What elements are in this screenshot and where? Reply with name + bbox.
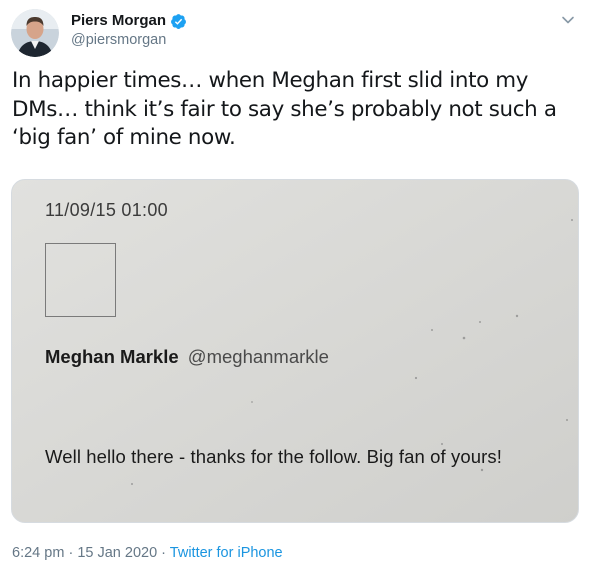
tweet-date[interactable]: 15 Jan 2020 bbox=[77, 545, 157, 561]
author-name[interactable]: Piers Morgan bbox=[71, 11, 166, 31]
chevron-down-icon[interactable] bbox=[560, 12, 576, 28]
tweet-meta: 6:24 pm · 15 Jan 2020 · Twitter for iPho… bbox=[12, 545, 283, 561]
author-name-row[interactable]: Piers Morgan bbox=[71, 11, 187, 31]
tweet-time[interactable]: 6:24 pm bbox=[12, 545, 64, 561]
dm-sender: Meghan Markle @meghanmarkle bbox=[45, 346, 329, 368]
dm-sender-name: Meghan Markle bbox=[45, 346, 179, 367]
tweet-card: Piers Morgan @piersmorgan In happier tim… bbox=[0, 0, 590, 564]
tweet-source-link[interactable]: Twitter for iPhone bbox=[170, 545, 283, 561]
tweet-text: In happier times… when Meghan first slid… bbox=[12, 68, 557, 150]
dm-avatar-placeholder bbox=[45, 243, 116, 317]
author-handle[interactable]: @piersmorgan bbox=[71, 32, 166, 48]
dm-sender-handle: @meghanmarkle bbox=[187, 346, 329, 367]
profile-photo-icon bbox=[11, 9, 59, 57]
meta-separator: · bbox=[161, 545, 167, 561]
tweet-media-image[interactable]: 11/09/15 01:00 Meghan Markle @meghanmark… bbox=[11, 179, 579, 523]
dm-timestamp: 11/09/15 01:00 bbox=[45, 200, 168, 220]
meta-separator: · bbox=[68, 545, 74, 561]
author-avatar[interactable] bbox=[11, 9, 59, 57]
verified-badge-icon bbox=[170, 13, 187, 30]
dm-message: Well hello there - thanks for the follow… bbox=[45, 446, 502, 467]
